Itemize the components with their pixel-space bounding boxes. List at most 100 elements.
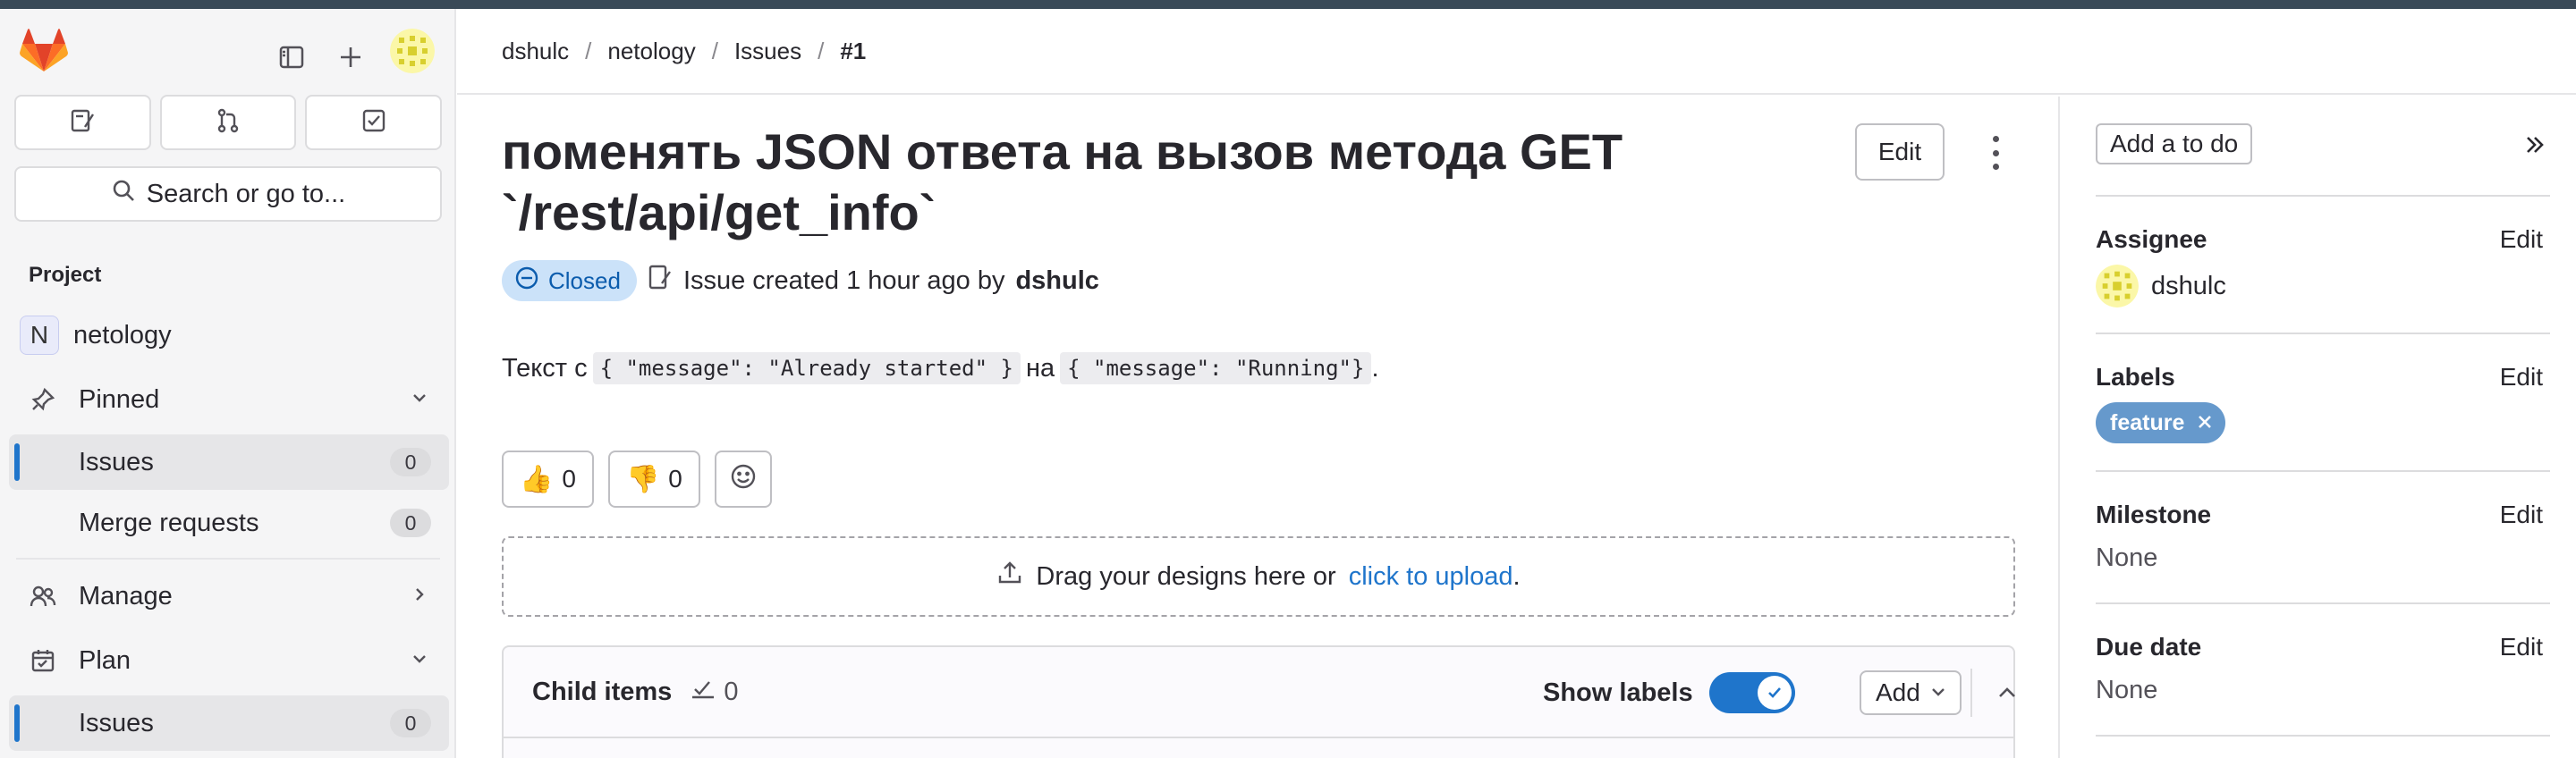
sidebar-item-pinned[interactable]: Pinned [9,372,449,427]
code-snippet: { "message": "Already started" } [592,352,1021,384]
child-items-header: Child items 0 Show labels Add [504,647,2015,738]
gitlab-logo-icon[interactable] [20,29,68,73]
page-title: поменять JSON ответа на вызов метода GET… [502,123,1623,240]
pinned-label: Pinned [79,384,160,414]
divider [2096,735,2550,737]
milestone-value: None [2096,543,2158,572]
thumbs-down-icon: 👎 [625,464,660,494]
divider [16,558,440,560]
desc-text: . [1371,353,1379,383]
todo-list-button[interactable] [305,95,443,150]
labels-section: Labels Edit feature [2096,363,2543,443]
desc-text: Текст с [502,353,588,383]
assignee-section: Assignee Edit dshulc [2096,225,2543,307]
sidebar-item-merge-requests[interactable]: Merge requests 0 [9,495,449,551]
user-avatar[interactable] [390,29,435,73]
chevron-down-icon [410,385,429,415]
divider [2096,195,2550,197]
status-label: Closed [548,266,621,294]
show-labels-label: Show labels [1543,678,1693,707]
due-date-heading: Due date [2096,633,2202,661]
avatar [2096,265,2139,307]
project-avatar: N [20,316,59,355]
child-items-card: Child items 0 Show labels Add [502,645,2015,758]
milestone-section: Milestone Edit None [2096,501,2543,573]
show-labels-toggle[interactable] [1708,672,1795,713]
divider [2096,333,2550,334]
breadcrumb-separator: / [585,37,592,64]
edit-assignee-button[interactable]: Edit [2500,225,2543,254]
edit-due-date-button[interactable]: Edit [2500,633,2543,661]
thumbs-up-button[interactable]: 👍 0 [502,451,594,508]
design-dropzone[interactable]: Drag your designs here or click to uploa… [502,536,2015,617]
breadcrumb-item-user[interactable]: dshulc [502,38,569,65]
chevron-up-icon[interactable] [1988,674,2026,712]
assignee-name: dshulc [2151,271,2226,300]
chevron-down-icon [410,646,429,676]
label-name: feature [2110,409,2185,435]
assignee-entry[interactable]: dshulc [2096,265,2543,307]
edit-labels-button[interactable]: Edit [2500,363,2543,392]
divider [2096,470,2550,472]
thumbs-up-count: 0 [562,465,576,493]
sidebar-item-label: Merge requests [79,508,259,537]
label-pill[interactable]: feature [2096,402,2226,443]
top-strip [0,0,2576,9]
calendar-icon [18,648,68,673]
merge-requests-button[interactable] [159,95,297,150]
sidebar-item-pinned-issues[interactable]: Issues 0 [9,434,449,490]
count-badge: 0 [390,448,431,476]
chevron-down-icon [1929,678,1947,707]
close-icon[interactable] [2197,410,2213,436]
create-new-icon[interactable] [333,39,369,75]
sidebar-item-plan-issues[interactable]: Issues 0 [9,695,449,751]
due-date-value: None [2096,676,2158,704]
check-icon [1757,676,1792,710]
child-items-count: 0 [690,676,738,708]
collapse-sidebar-icon[interactable] [2516,127,2552,163]
add-child-dropdown[interactable]: Add [1860,670,1962,715]
chevron-right-icon [410,582,429,611]
project-name: netology [73,320,172,350]
labels-heading: Labels [2096,363,2175,391]
edit-milestone-button[interactable]: Edit [2500,501,2543,529]
sidebar-toggle-icon[interactable] [274,39,309,75]
sidebar-item-plan[interactable]: Plan [9,633,449,688]
search-button[interactable]: Search or go to... [14,166,442,222]
thumbs-down-button[interactable]: 👎 0 [607,451,700,508]
issue-meta: Closed Issue created 1 hour ago by dshul… [502,259,1099,302]
child-count-value: 0 [724,677,739,706]
breadcrumb-separator: / [818,37,825,64]
milestone-heading: Milestone [2096,501,2212,528]
assigned-issues-button[interactable] [14,95,151,150]
merge-request-icon [215,107,242,139]
todo-check-icon [360,107,387,139]
reactions: 👍 0 👎 0 [502,451,772,508]
count-badge: 0 [390,509,431,537]
due-date-section: Due date Edit None [2096,633,2543,705]
breadcrumb-item-project[interactable]: netology [607,38,695,65]
sidebar-item-manage[interactable]: Manage [9,568,449,624]
add-reaction-button[interactable] [714,451,772,508]
closed-icon [514,265,539,297]
plan-label: Plan [79,645,131,675]
manage-label: Manage [79,581,173,611]
more-actions-icon[interactable] [1978,132,2013,173]
status-badge: Closed [502,260,637,301]
sidebar-item-project[interactable]: N netology [9,307,449,363]
divider [2096,602,2550,604]
breadcrumb-item-issues[interactable]: Issues [734,38,801,65]
left-sidebar: Search or go to... Project N netology Pi… [0,9,456,758]
show-labels-toggle-group: Show labels [1543,672,1795,713]
breadcrumb: dshulc / netology / Issues / #1 [457,9,2576,95]
users-icon [18,584,68,609]
counter-buttons [14,95,443,150]
add-todo-button[interactable]: Add a to do [2096,123,2253,164]
upload-link[interactable]: click to upload [1349,562,1513,592]
issue-description: Текст с { "message": "Already started" }… [502,352,1379,384]
edit-issue-button[interactable]: Edit [1855,123,1945,181]
breadcrumb-item-current[interactable]: #1 [840,38,866,65]
task-done-icon [690,676,716,708]
author-link[interactable]: dshulc [1015,266,1098,296]
smiley-icon [729,462,758,497]
